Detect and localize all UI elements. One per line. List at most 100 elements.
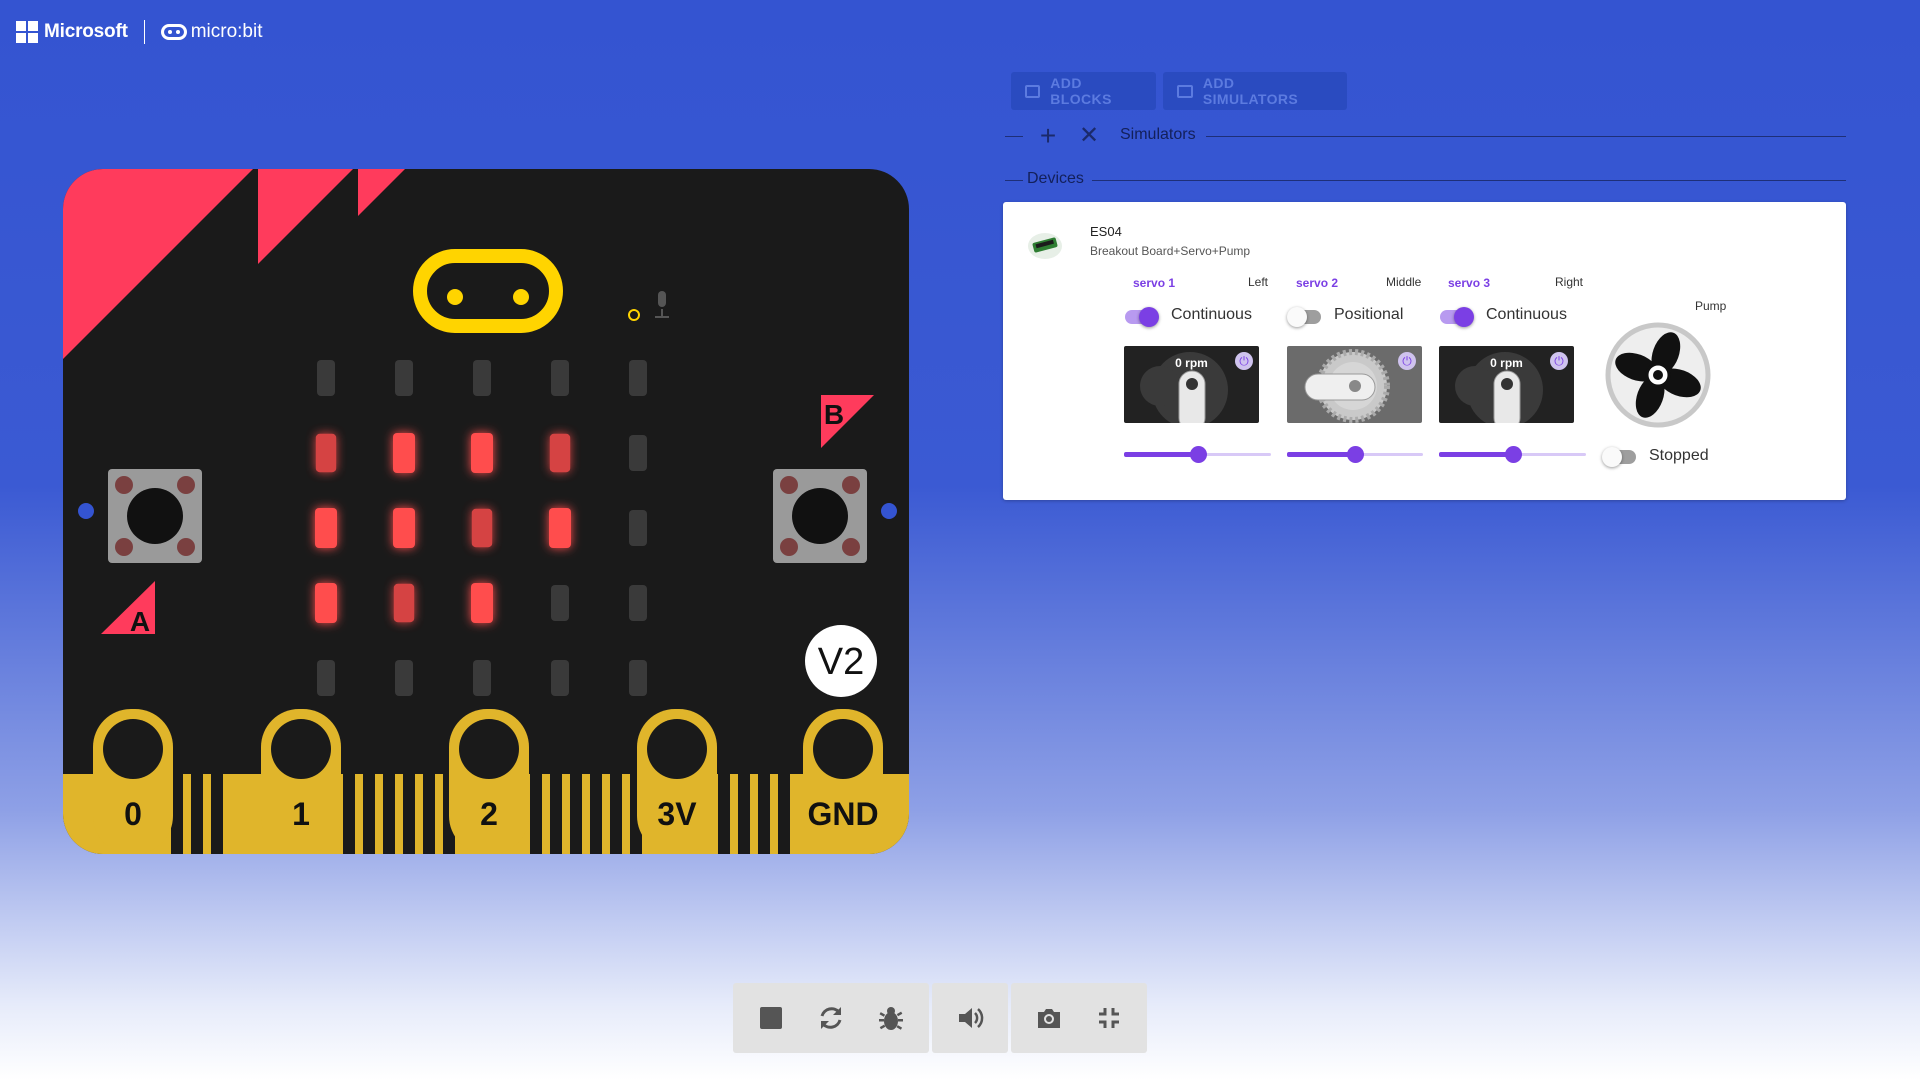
servo-1-mode-toggle[interactable] <box>1125 307 1159 327</box>
led-1-1[interactable] <box>393 433 415 473</box>
servo-2-slider[interactable] <box>1287 444 1423 464</box>
led-0-0[interactable] <box>317 360 335 396</box>
servo-2-position: Middle <box>1386 275 1422 289</box>
led-1-2[interactable] <box>471 433 493 473</box>
toolbar-group-sound <box>932 983 1008 1053</box>
microbit-logo-icon <box>160 24 187 40</box>
divider <box>1206 136 1846 137</box>
led-1-0[interactable] <box>315 433 337 473</box>
add-blocks-label: ADD BLOCKS <box>1050 75 1112 107</box>
pump-label: Pump <box>1695 299 1727 313</box>
blocks-icon <box>1025 84 1041 98</box>
divider <box>1005 180 1023 181</box>
led-3-0[interactable] <box>315 583 337 623</box>
divider <box>1092 180 1846 181</box>
servo-3-slider[interactable] <box>1439 444 1586 464</box>
led-4-3[interactable] <box>551 660 569 696</box>
stop-icon[interactable] <box>741 988 801 1048</box>
led-3-4[interactable] <box>629 585 647 621</box>
pump-fan-icon <box>1605 322 1711 428</box>
screenshot-icon[interactable] <box>1019 988 1079 1048</box>
led-0-2[interactable] <box>473 360 491 396</box>
led-0-1[interactable] <box>395 360 413 396</box>
microsoft-logo-icon <box>16 21 38 43</box>
add-simulators-label: ADD SIMULATORS <box>1202 75 1299 107</box>
simulators-label: Simulators <box>1120 126 1196 143</box>
servo-3-name: servo 3 <box>1448 276 1491 290</box>
toolbar-group-view <box>1011 983 1147 1053</box>
version-badge-text: V2 <box>818 641 864 683</box>
pin-label-2: 2 <box>480 796 498 832</box>
divider <box>1005 136 1023 137</box>
button-b-label: B <box>824 399 844 430</box>
led-4-2[interactable] <box>473 660 491 696</box>
button-b[interactable] <box>773 469 867 563</box>
add-simulators-button[interactable]: ADD SIMULATORS <box>1163 72 1347 110</box>
pin-label-1: 1 <box>292 796 310 832</box>
pin-hole <box>271 719 331 779</box>
button-b-dot <box>881 503 897 519</box>
simulator-icon <box>1177 84 1193 98</box>
touch-logo-eye <box>513 289 529 305</box>
servo-2-mode-toggle[interactable] <box>1287 307 1321 327</box>
pin-hole <box>459 719 519 779</box>
servo-1-name: servo 1 <box>1133 276 1176 290</box>
servo-1-position: Left <box>1248 275 1269 289</box>
add-blocks-button[interactable]: ADD BLOCKS <box>1011 72 1156 110</box>
led-1-4[interactable] <box>629 435 647 471</box>
focus-icon[interactable] <box>1079 988 1139 1048</box>
microsoft-brand-text: Microsoft <box>44 21 128 42</box>
led-4-0[interactable] <box>317 660 335 696</box>
pin-hole <box>813 719 873 779</box>
power-icon[interactable]: ⏻ <box>1235 352 1253 370</box>
led-2-0[interactable] <box>315 508 337 548</box>
header-separator <box>143 20 145 44</box>
close-icon[interactable]: ✕ <box>1077 124 1101 148</box>
servo-3-mode-label: Continuous <box>1486 306 1567 323</box>
pump-state: Stopped <box>1649 447 1709 464</box>
pin-label-0: 0 <box>124 796 142 832</box>
led-4-4[interactable] <box>629 660 647 696</box>
device-name: ES04 <box>1090 224 1122 239</box>
device-card: ES04 Breakout Board+Servo+Pump servo 1 L… <box>1003 202 1846 500</box>
pin-label-3v: 3V <box>657 796 697 832</box>
servo-2-mode-label: Positional <box>1334 306 1404 323</box>
button-a-label: A <box>130 606 150 637</box>
led-4-1[interactable] <box>395 660 413 696</box>
led-2-4[interactable] <box>629 510 647 546</box>
servo-1-mode-label: Continuous <box>1171 306 1252 323</box>
led-2-2[interactable] <box>471 508 493 548</box>
microbit-board: 0 1 2 3V GND A B V2 <box>63 169 909 854</box>
devices-label: Devices <box>1027 170 1084 187</box>
led-3-3[interactable] <box>551 585 569 621</box>
debug-icon[interactable] <box>861 988 921 1048</box>
pump-toggle[interactable] <box>1602 447 1636 467</box>
led-2-3[interactable] <box>549 508 571 548</box>
servo-2-name: servo 2 <box>1296 276 1339 290</box>
power-icon[interactable]: ⏻ <box>1550 352 1568 370</box>
led-1-3[interactable] <box>549 433 571 473</box>
servo-2-visual: ⏻ <box>1287 346 1422 423</box>
power-icon[interactable]: ⏻ <box>1398 352 1416 370</box>
restart-icon[interactable] <box>801 988 861 1048</box>
pin-hole <box>103 719 163 779</box>
pin-label-gnd: GND <box>807 796 878 832</box>
device-thumbnail-icon <box>1028 233 1062 259</box>
led-0-3[interactable] <box>551 360 569 396</box>
toolbar-group-run <box>733 983 929 1053</box>
button-a[interactable] <box>108 469 202 563</box>
add-icon[interactable]: + <box>1036 122 1060 150</box>
led-2-1[interactable] <box>393 508 415 548</box>
microbit-brand-text: micro:bit <box>190 21 263 42</box>
simulator-toolbar <box>733 983 1147 1053</box>
led-3-1[interactable] <box>393 583 415 623</box>
sound-icon[interactable] <box>940 988 1000 1048</box>
led-3-2[interactable] <box>471 583 493 623</box>
led-0-4[interactable] <box>629 360 647 396</box>
servo-3-mode-toggle[interactable] <box>1440 307 1474 327</box>
servo-1-slider[interactable] <box>1124 444 1271 464</box>
header: Microsoft micro:bit <box>16 18 263 46</box>
pin-hole <box>647 719 707 779</box>
servo-1-visual: 0 rpm ⏻ <box>1124 346 1259 423</box>
servo-3-position: Right <box>1555 275 1584 289</box>
